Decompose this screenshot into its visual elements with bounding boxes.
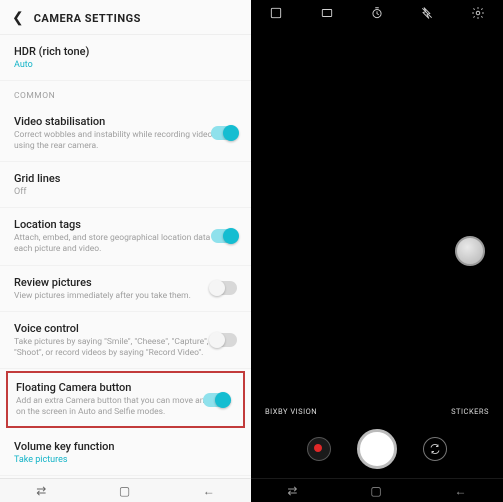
setting-label: Review pictures (14, 276, 237, 289)
aspect-icon[interactable] (320, 6, 334, 23)
nav-bar: ⇄ ▢ ← (0, 478, 251, 502)
flash-icon[interactable] (420, 6, 434, 23)
nav-back-icon[interactable]: ← (203, 484, 215, 498)
switch-camera-button[interactable] (423, 437, 447, 461)
nav-recent-icon[interactable]: ⇄ (287, 484, 297, 498)
back-icon[interactable]: ❮ (12, 10, 24, 26)
settings-header: ❮ CAMERA SETTINGS (0, 0, 251, 35)
setting-grid-lines[interactable]: Grid lines Off (0, 162, 251, 208)
gear-icon[interactable] (471, 6, 485, 23)
shutter-button[interactable] (357, 429, 397, 469)
camera-viewfinder[interactable] (251, 28, 503, 407)
page-title: CAMERA SETTINGS (34, 12, 141, 25)
toggle[interactable] (211, 229, 237, 243)
setting-label: Volume key function (14, 440, 237, 453)
stickers-button[interactable]: STICKERS (451, 407, 489, 416)
setting-floating-camera-button[interactable]: Floating Camera button Add an extra Came… (6, 371, 245, 427)
nav-recent-icon[interactable]: ⇄ (36, 484, 46, 498)
setting-location-tags[interactable]: Location tags Attach, embed, and store g… (0, 208, 251, 265)
settings-pane: ❮ CAMERA SETTINGS HDR (rich tone) Auto C… (0, 0, 251, 502)
setting-voice-control[interactable]: Voice control Take pictures by saying "S… (0, 312, 251, 369)
timer-icon[interactable] (370, 6, 384, 23)
setting-desc: View pictures immediately after you take… (14, 291, 237, 302)
setting-value: Auto (14, 60, 237, 70)
setting-label: HDR (rich tone) (14, 45, 237, 58)
setting-desc: Attach, embed, and store geographical lo… (14, 233, 237, 254)
toggle[interactable] (203, 393, 229, 407)
bixby-vision-button[interactable]: BIXBY VISION (265, 407, 317, 416)
nav-home-icon[interactable]: ▢ (119, 484, 130, 498)
nav-home-icon[interactable]: ▢ (370, 484, 381, 498)
camera-controls (251, 420, 503, 478)
floating-shutter-button[interactable] (455, 236, 485, 266)
gallery-thumbnail[interactable] (307, 437, 331, 461)
setting-desc: Correct wobbles and instability while re… (14, 130, 237, 151)
setting-volume-key-function[interactable]: Volume key function Take pictures (0, 430, 251, 476)
mode-labels: BIXBY VISION STICKERS (251, 407, 503, 420)
setting-label: Location tags (14, 218, 237, 231)
setting-label: Grid lines (14, 172, 237, 185)
expand-icon[interactable] (269, 6, 283, 23)
setting-reset[interactable]: Reset settings (0, 476, 251, 478)
setting-review-pictures[interactable]: Review pictures View pictures immediatel… (0, 266, 251, 313)
setting-label: Voice control (14, 322, 237, 335)
setting-hdr[interactable]: HDR (rich tone) Auto (0, 35, 251, 81)
setting-desc: Take pictures by saying "Smile", "Cheese… (14, 337, 237, 358)
setting-value: Take pictures (14, 455, 237, 465)
toggle[interactable] (211, 333, 237, 347)
camera-top-bar (251, 0, 503, 28)
settings-scroll[interactable]: HDR (rich tone) Auto COMMON Video stabil… (0, 35, 251, 478)
camera-pane: BIXBY VISION STICKERS ⇄ ▢ ← (251, 0, 503, 502)
setting-video-stabilisation[interactable]: Video stabilisation Correct wobbles and … (0, 105, 251, 162)
setting-label: Floating Camera button (16, 381, 235, 394)
section-header: COMMON (0, 81, 251, 105)
setting-value: Off (14, 187, 237, 197)
toggle[interactable] (211, 126, 237, 140)
nav-bar: ⇄ ▢ ← (251, 478, 503, 502)
toggle[interactable] (211, 281, 237, 295)
nav-back-icon[interactable]: ← (455, 484, 467, 498)
setting-label: Video stabilisation (14, 115, 237, 128)
